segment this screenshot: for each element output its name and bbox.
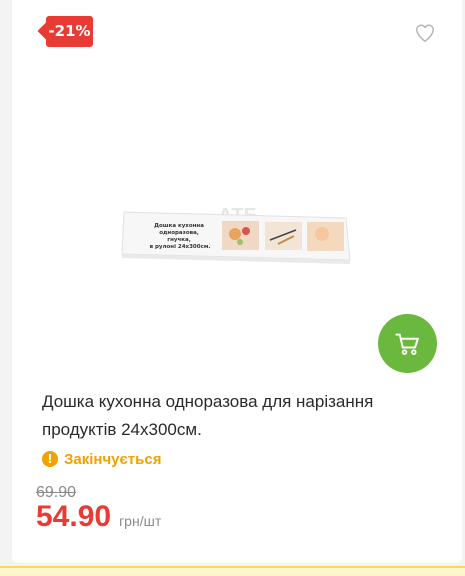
add-to-cart-button[interactable] [378, 314, 437, 373]
product-card[interactable] [12, 0, 462, 563]
exclamation-icon: ! [42, 451, 58, 467]
box-text-line-4: в рулоні 24х300см. [150, 244, 211, 250]
product-title[interactable]: Дошка кухонна одноразова для нарізання п… [42, 388, 437, 444]
price-row: 54.90 грн/шт [36, 500, 161, 534]
box-text-line-3: гнучка, [167, 237, 191, 243]
stock-status-label: Закінчується [64, 450, 162, 468]
stock-status: ! Закінчується [42, 449, 161, 469]
bottom-divider [0, 566, 465, 576]
discount-badge-label: -21% [48, 22, 91, 40]
current-price: 54.90 [36, 500, 112, 533]
box-text-line-1: Дошка кухонна [154, 223, 204, 229]
price-unit: грн/шт [119, 513, 162, 529]
discount-badge: -21% [46, 16, 93, 47]
product-image[interactable]: АТБ Дошка кухонна одноразова, гнучка, в … [120, 200, 352, 270]
shopping-cart-icon [394, 333, 419, 355]
box-text-line-2: одноразова, [159, 230, 199, 236]
heart-icon[interactable] [414, 22, 436, 44]
